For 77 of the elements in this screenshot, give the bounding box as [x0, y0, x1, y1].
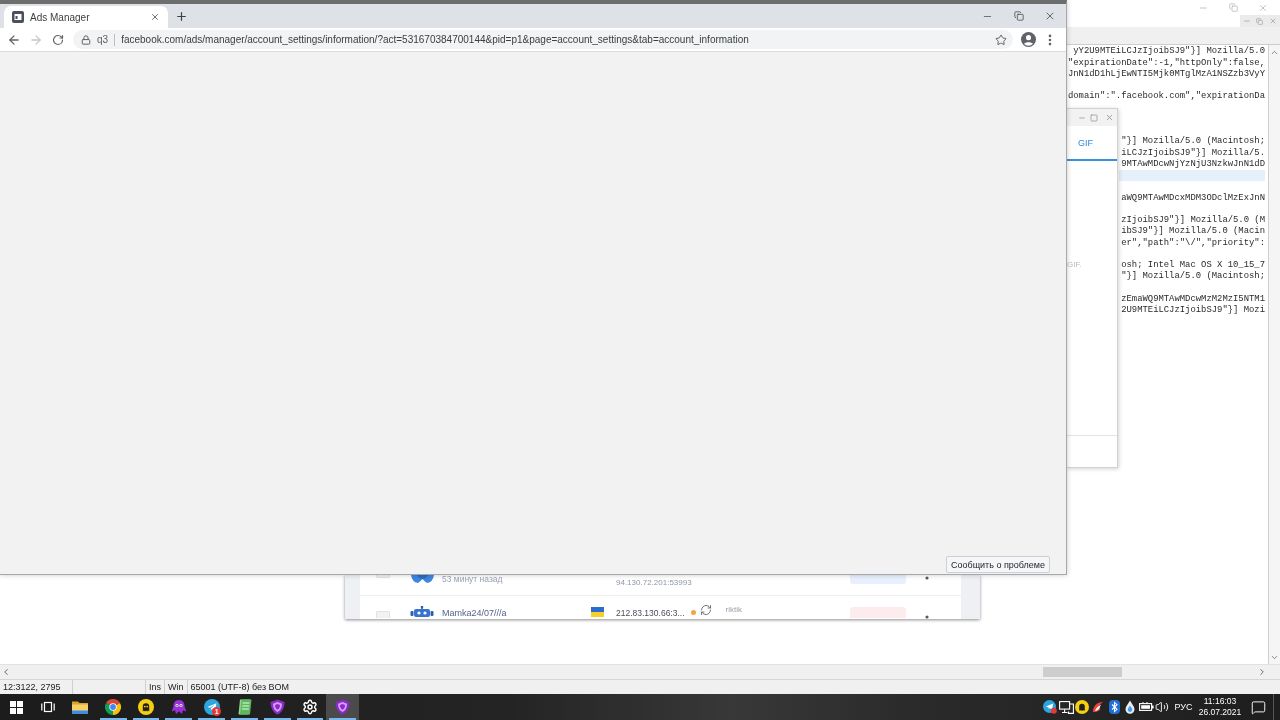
code-line: yY2U9MTEiLCJzIjoibSJ9"}] Mozilla/5.0	[1073, 46, 1265, 58]
scrollbar-thumb[interactable]	[1043, 667, 1122, 677]
close-icon	[150, 12, 160, 22]
code-line: er","path":"\/","priority":	[1121, 237, 1265, 249]
hint-text: GIF.	[1067, 260, 1082, 269]
close-icon	[1104, 113, 1114, 122]
horizontal-scrollbar[interactable]	[0, 664, 1280, 679]
scroll-down-icon[interactable]	[1270, 653, 1279, 662]
ip-address: 212.83.130.66:3...	[616, 609, 685, 618]
code-line: JnN1dD1hLjEwNTI5Mjk0MTglMzA1NSZzb3VyY	[1067, 68, 1265, 81]
code-line: domain":".facebook.com","expirationDa	[1067, 91, 1265, 103]
shield-icon	[269, 699, 285, 715]
code-line: osh; Intel Mac OS X 10_15_7	[1121, 260, 1265, 271]
notepad-icon	[236, 699, 252, 715]
creature-icon	[170, 699, 187, 715]
drop-icon[interactable]	[1125, 700, 1135, 714]
reload-icon	[52, 33, 64, 46]
taskbar-app-button[interactable]	[326, 694, 360, 720]
language-indicator[interactable]: РУС	[1170, 694, 1197, 720]
scroll-left-icon[interactable]	[1, 667, 11, 677]
code-line: zIjoibSJ9"}] Mozilla/5.0 (M	[1121, 215, 1265, 226]
speaker-icon[interactable]	[1155, 700, 1169, 714]
ip-address: 94.130.72.201:53993	[616, 578, 692, 587]
start-menu-icon	[9, 700, 23, 714]
ghost-icon	[138, 699, 154, 715]
menu-dot-icon[interactable]	[925, 615, 929, 619]
clock[interactable]: 11:16:03 26.07.2021	[1197, 694, 1243, 720]
ghost-icon[interactable]	[1075, 700, 1089, 714]
report-problem-button[interactable]: Сообщить о проблеме	[946, 556, 1050, 573]
checkbox[interactable]	[376, 611, 390, 618]
lock-icon	[81, 34, 91, 45]
flag-icon	[591, 607, 604, 617]
browser-tab[interactable]: Ads Manager	[4, 6, 168, 28]
maximize-icon	[1090, 113, 1098, 122]
folder-icon	[72, 700, 89, 714]
last-seen-text: 53 минут назад	[442, 575, 504, 584]
code-line: "}] Mozilla/5.0 (Macintosh;	[1121, 271, 1265, 283]
address-bar[interactable]: q3 facebook.com/ads/manager/account_settings/information/?act=531670384700144&pid=p1&page=account_settings&tab=account_information	[73, 30, 1013, 49]
feather-icon[interactable]	[1091, 700, 1105, 714]
encoding: 65001 (UTF-8) без BOM	[189, 681, 291, 694]
bluetooth-icon[interactable]	[1108, 700, 1120, 714]
code-line: 9MTAwMDcwNjYzNjU3NzkwJnN1dD	[1121, 158, 1265, 171]
refresh-icon[interactable]	[699, 604, 712, 616]
star-icon[interactable]	[995, 33, 1007, 46]
minimize-icon	[1242, 17, 1251, 25]
close-icon	[1268, 17, 1277, 25]
scroll-up-icon[interactable]	[1270, 48, 1279, 57]
task-view-icon	[41, 701, 55, 713]
avatar-icon	[410, 575, 435, 584]
code-line: ibSJ9"}] Mozilla/5.0 (Macin	[1121, 226, 1265, 238]
page-icon	[12, 11, 24, 23]
code-line: "expirationDate":-1,"httpOnly":false,	[1067, 57, 1265, 69]
shield-icon	[335, 699, 351, 715]
forward-arrow-icon	[29, 32, 43, 47]
browser-icon	[105, 699, 122, 715]
close-icon	[1258, 2, 1268, 13]
tag-label: riktik	[725, 605, 742, 614]
code-line: aWQ9MTAwMDcxMDM3ODclMzExJnN	[1121, 192, 1265, 204]
code-line: zEmaWQ9MTAwMDcwMzM2MzI5NTM1	[1121, 293, 1265, 305]
menu-dot-icon[interactable]	[925, 576, 929, 580]
back-arrow-icon	[7, 32, 21, 47]
scroll-right-icon[interactable]	[1257, 667, 1267, 677]
restore-icon	[1013, 11, 1024, 21]
restore-icon	[1228, 3, 1238, 12]
battery-icon[interactable]	[1138, 702, 1154, 712]
avatar-icon	[1020, 32, 1036, 47]
restore-icon	[1256, 17, 1263, 25]
vertical-scrollbar[interactable]	[1268, 45, 1280, 664]
code-line: iLCJzIjoibSJ9"}] Mozilla/5.	[1121, 147, 1265, 159]
profile-name[interactable]: Mamka24/07///a	[442, 608, 591, 618]
paper-plane-icon[interactable]	[1043, 700, 1057, 714]
notifications-icon	[1250, 699, 1266, 715]
gear-icon	[301, 699, 318, 715]
code-line: "}] Mozilla/5.0 (Macintosh;	[1121, 136, 1265, 148]
plus-icon	[174, 9, 188, 23]
monitor-icon[interactable]	[1058, 700, 1074, 714]
code-line: 2U9MTEiLCJzIjoibSJ9"}] Mozi	[1121, 305, 1265, 317]
